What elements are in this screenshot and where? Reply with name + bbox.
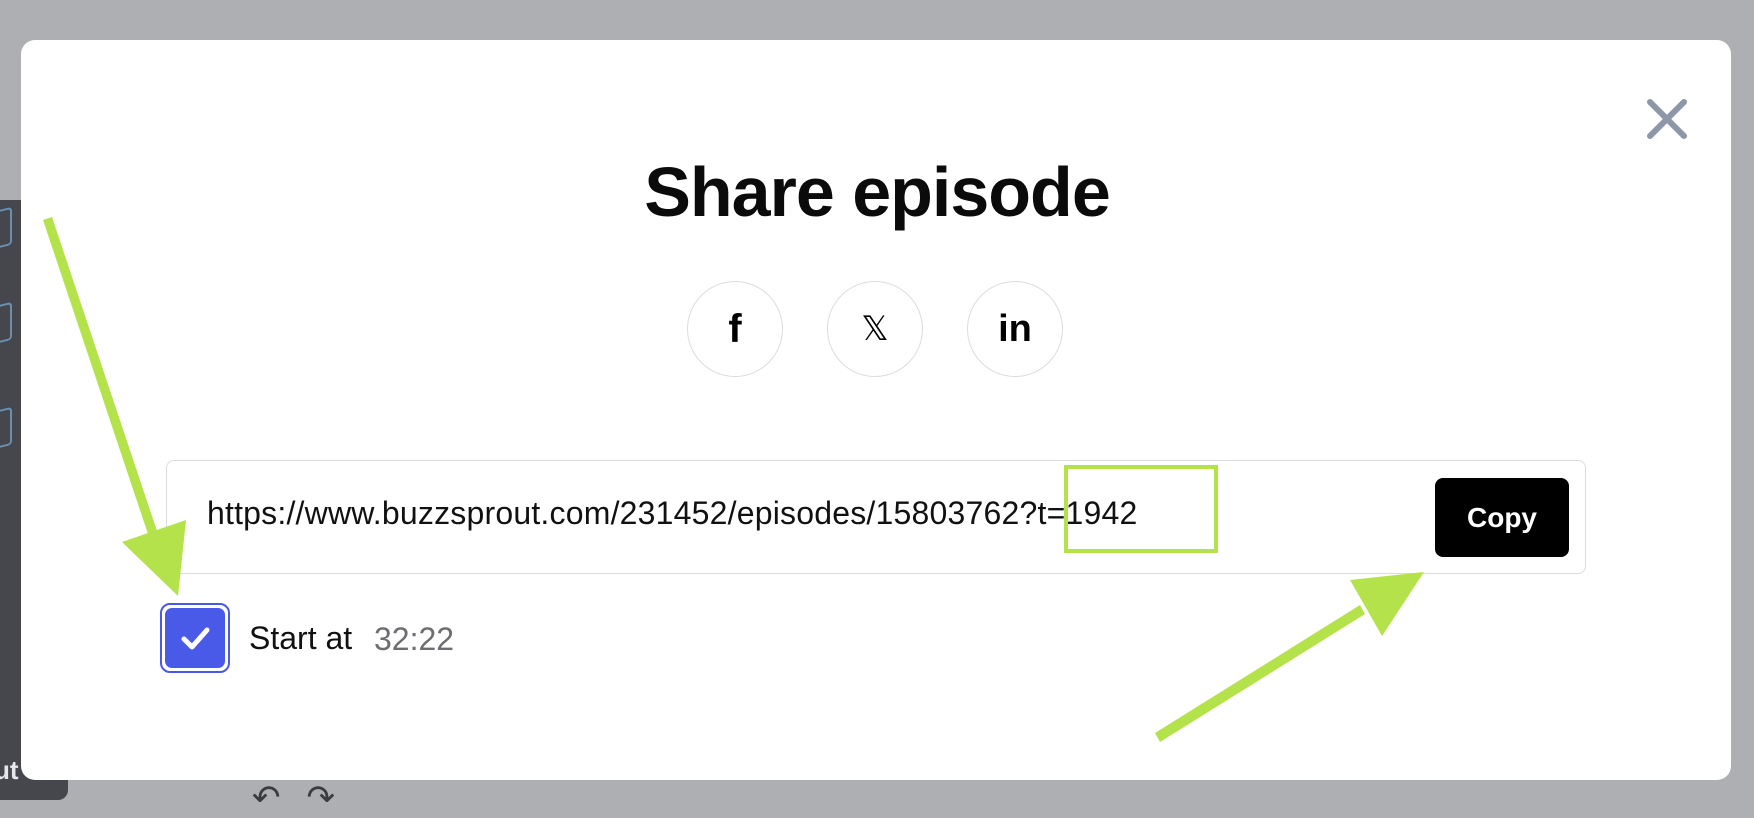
start-at-label: Start at	[249, 620, 353, 656]
close-icon	[1647, 99, 1687, 139]
x-share-button[interactable]: 𝕏	[827, 281, 923, 377]
modal-title: Share episode	[644, 153, 1111, 231]
background-playback-icons: ↶↷	[252, 779, 361, 817]
checkbox-fill	[165, 608, 225, 668]
page-backdrop	[0, 0, 1754, 42]
start-at-time[interactable]: 32:22	[374, 621, 454, 658]
timestamp-highlight-box	[1064, 465, 1218, 553]
start-at-checkbox[interactable]	[160, 603, 230, 673]
x-icon: 𝕏	[861, 310, 889, 348]
facebook-share-button[interactable]: f	[687, 281, 783, 377]
share-modal	[21, 40, 1731, 780]
linkedin-icon: in	[998, 307, 1032, 350]
background-partial-text: ut	[0, 755, 19, 785]
checkmark-icon	[181, 627, 210, 650]
facebook-icon: f	[728, 306, 742, 351]
copy-button[interactable]: Copy	[1435, 478, 1569, 557]
background-icon	[0, 406, 12, 452]
share-url-text: https://www.buzzsprout.com/231452/episod…	[207, 495, 1138, 531]
share-url-field[interactable]: https://www.buzzsprout.com/231452/episod…	[166, 460, 1586, 574]
linkedin-share-button[interactable]: in	[967, 281, 1063, 377]
background-icon	[0, 301, 12, 347]
close-button[interactable]	[1643, 95, 1691, 143]
